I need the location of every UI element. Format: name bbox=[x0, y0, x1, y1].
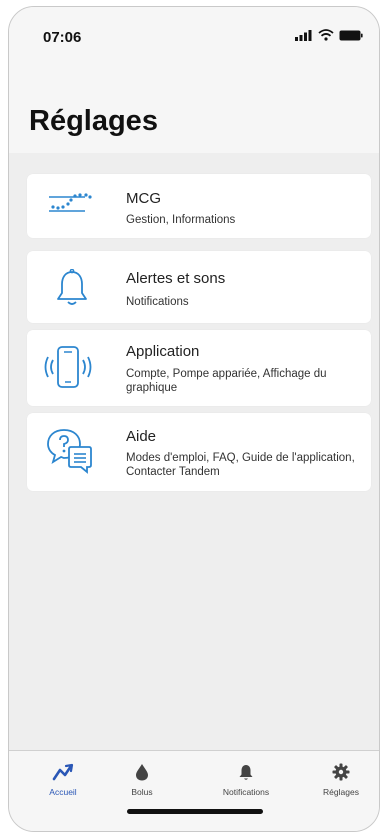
settings-item-alertes[interactable]: Alertes et sons Notifications bbox=[27, 251, 371, 323]
wifi-icon bbox=[318, 29, 334, 41]
tab-reglages[interactable]: Réglages bbox=[296, 763, 379, 797]
card-subtitle: Gestion, Informations bbox=[126, 214, 236, 226]
phone-vibrate-icon bbox=[44, 346, 92, 388]
signal-icon bbox=[295, 29, 312, 41]
status-time: 07:06 bbox=[43, 29, 82, 46]
bell-icon bbox=[239, 765, 253, 780]
help-chat-icon bbox=[47, 429, 92, 474]
tab-label: Accueil bbox=[49, 787, 77, 797]
status-icons bbox=[295, 29, 363, 41]
battery-icon bbox=[339, 30, 363, 40]
card-title: MCG bbox=[126, 190, 161, 207]
header: 07:06 Réglages bbox=[9, 7, 379, 153]
card-subtitle: Notifications bbox=[126, 296, 189, 308]
tab-label: Réglages bbox=[323, 787, 359, 797]
bell-icon bbox=[57, 269, 87, 305]
trend-icon bbox=[52, 763, 74, 781]
home-indicator bbox=[127, 809, 263, 814]
card-subtitle: Compte, Pompe appariée, Affichage du gra… bbox=[126, 368, 327, 394]
phone-screen: 07:06 Réglages MCG Gestion, Informations… bbox=[8, 6, 380, 832]
card-title: Aide bbox=[126, 428, 157, 445]
tab-notifications[interactable]: Notifications bbox=[201, 763, 291, 797]
settings-item-mcg[interactable]: MCG Gestion, Informations bbox=[27, 174, 371, 238]
card-title: Alertes et sons bbox=[126, 270, 226, 287]
tab-accueil[interactable]: Accueil bbox=[18, 763, 108, 797]
tab-label: Notifications bbox=[222, 787, 270, 797]
tab-label: Bolus bbox=[131, 787, 153, 797]
cgm-trend-icon bbox=[49, 193, 92, 212]
tab-bar: Accueil Bolus Notifications Réglages bbox=[9, 750, 379, 831]
drop-icon bbox=[136, 764, 148, 781]
settings-item-aide[interactable]: Aide Modes d'emploi, FAQ, Guide de l'app… bbox=[27, 413, 371, 491]
settings-item-application[interactable]: Application Compte, Pompe appariée, Affi… bbox=[27, 330, 371, 406]
gear-icon bbox=[332, 763, 350, 781]
card-title: Application bbox=[126, 343, 200, 360]
card-subtitle: Modes d'emploi, FAQ, Guide de l'applicat… bbox=[126, 452, 355, 478]
page-title: Réglages bbox=[29, 105, 158, 137]
tab-bolus[interactable]: Bolus bbox=[97, 763, 187, 797]
